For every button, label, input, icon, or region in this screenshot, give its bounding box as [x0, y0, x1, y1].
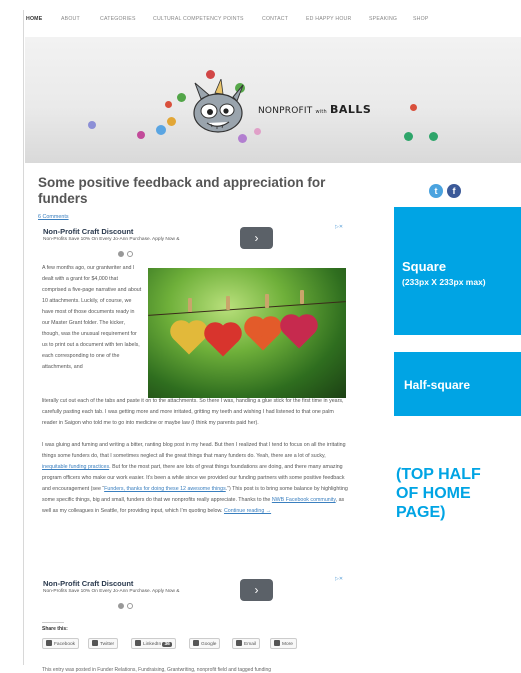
ad-square-size: (233px X 233px max) [402, 277, 486, 287]
twitter-icon [92, 640, 98, 646]
ad-pagination [118, 244, 136, 262]
text-span: I was gluing and fuming and writing a bi… [42, 442, 346, 460]
ad-choices-icon[interactable]: ▷✕ [335, 224, 343, 230]
dot-icon[interactable] [118, 251, 124, 257]
ad-arrow-button[interactable]: › [240, 579, 273, 601]
ball-icon [404, 132, 413, 141]
post-paragraph: literally cut out each of the tabs and p… [42, 398, 344, 427]
ad-title[interactable]: Non-Profit Craft Discount [43, 579, 133, 588]
main-nav: HOME ABOUT CATEGORIES CULTURAL COMPETENC… [24, 16, 514, 30]
nav-item-contact[interactable]: CONTACT [262, 16, 288, 22]
ad-arrow-button[interactable]: › [240, 227, 273, 249]
dot-icon[interactable] [127, 251, 133, 257]
sidebar-ad-half-square[interactable]: Half-square [394, 352, 521, 416]
nav-item-categories[interactable]: CATEGORIES [100, 16, 136, 22]
share-more-label: More [282, 642, 293, 647]
dot-icon[interactable] [127, 603, 133, 609]
google-plus-icon [193, 640, 199, 646]
ball-icon [254, 128, 261, 135]
nav-item-cultural-competency-points[interactable]: CULTURAL COMPETENCY POINTS [153, 16, 244, 22]
heart-icon [207, 325, 239, 357]
nav-item-ed-happy-hour[interactable]: ED HAPPY HOUR [306, 16, 351, 22]
share-twitter-button[interactable]: Twitter [88, 638, 119, 649]
clothesline [148, 301, 346, 316]
linkedin-icon [135, 640, 141, 646]
inequitable-funding-link[interactable]: inequitable funding practices [42, 464, 109, 470]
ad-half-square-title: Half-square [404, 378, 471, 392]
sidebar-ad-square[interactable]: Square (233px X 233px max) [394, 207, 521, 335]
post-title[interactable]: Some positive feedback and appreciation … [38, 175, 338, 207]
ball-icon [206, 70, 215, 79]
ball-icon [429, 132, 438, 141]
share-icon [274, 640, 280, 646]
ball-icon [156, 125, 166, 135]
post-footer-meta: This entry was posted in Funder Relation… [42, 667, 272, 673]
ad-choices-icon[interactable]: ▷✕ [335, 576, 343, 582]
ad-subtitle: Non-Profits Save 10% On Every Jo-Ann Pur… [43, 589, 180, 594]
clothespin-icon [188, 298, 192, 312]
clothespin-icon [265, 294, 269, 308]
logo-with: with [315, 109, 327, 115]
share-facebook-button[interactable]: Facebook [42, 638, 80, 649]
nwb-facebook-link[interactable]: NWB Facebook community [272, 497, 336, 503]
share-email-label: Email [244, 642, 256, 647]
comments-link[interactable]: 6 Comments [38, 214, 69, 220]
ball-icon [137, 131, 145, 139]
header-banner[interactable]: NONPROFIT with BALLS [25, 37, 521, 163]
facebook-icon [46, 640, 52, 646]
logo-balls: BALLS [330, 103, 372, 116]
share-email-button[interactable]: Email [232, 638, 260, 649]
heart-icon [247, 319, 279, 351]
post-paragraph-2: I was gluing and fuming and writing a bi… [42, 440, 350, 517]
share-more-button[interactable]: More [270, 638, 297, 649]
clothespin-icon [226, 296, 230, 310]
clothespin-icon [300, 290, 304, 304]
nav-item-home[interactable]: HOME [26, 16, 42, 22]
ad-banner-bottom[interactable]: Non-Profit Craft Discount Non-Profits Sa… [38, 576, 354, 614]
dot-icon[interactable] [118, 603, 124, 609]
post-paragraph: A few months ago, our grantwriter and I … [42, 265, 142, 371]
heart-icon [283, 317, 315, 349]
facebook-icon[interactable]: f [447, 184, 461, 198]
hearts-photo [148, 268, 346, 398]
ad-banner[interactable]: Non-Profit Craft Discount Non-Profits Sa… [38, 224, 354, 262]
share-google-label: Google [201, 642, 217, 647]
share-twitter-label: Twitter [100, 642, 115, 647]
post-intro-text: A few months ago, our grantwriter and I … [42, 263, 142, 373]
divider [42, 622, 64, 623]
ad-subtitle: Non-Profits Save 10% On Every Jo-Ann Pur… [43, 237, 180, 242]
ad-square-title: Square [402, 259, 447, 274]
ball-icon [410, 104, 417, 111]
mascot-icon [193, 79, 244, 133]
email-icon [236, 640, 242, 646]
twitter-icon[interactable]: t [429, 184, 443, 198]
ball-icon [165, 101, 172, 108]
logo-prefix: NONPROFIT [258, 106, 313, 116]
nav-item-about[interactable]: ABOUT [61, 16, 80, 22]
share-count-badge: 36 [162, 642, 172, 647]
nav-item-speaking[interactable]: SPEAKING [369, 16, 397, 22]
share-label: Share this: [42, 626, 68, 632]
share-linkedin-button[interactable]: LinkedIn 36 [131, 638, 176, 649]
ball-icon [167, 117, 176, 126]
heart-icon [173, 323, 205, 355]
share-linkedin-label: LinkedIn [143, 642, 162, 647]
nav-item-shop[interactable]: SHOP [413, 16, 429, 22]
sidebar-top-half-note: (TOP HALF OF HOME PAGE) [396, 466, 481, 521]
ad-title[interactable]: Non-Profit Craft Discount [43, 227, 133, 236]
share-google-button[interactable]: Google [189, 638, 221, 649]
continue-reading-link[interactable]: Continue reading → [224, 508, 271, 514]
ball-icon [177, 93, 186, 102]
funders-thanks-link[interactable]: Funders, thanks for doing these 12 aweso… [104, 486, 226, 492]
ball-icon [88, 121, 96, 129]
page-frame: HOME ABOUT CATEGORIES CULTURAL COMPETENC… [23, 10, 521, 673]
share-facebook-label: Facebook [54, 642, 76, 647]
site-logo[interactable]: NONPROFIT with BALLS [258, 103, 371, 116]
ad-pagination [118, 596, 136, 614]
